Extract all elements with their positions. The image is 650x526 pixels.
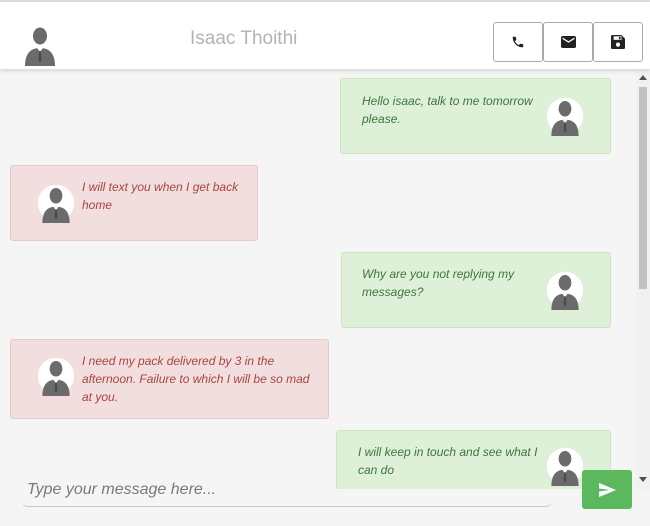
message-input[interactable] xyxy=(22,474,552,507)
message-text: Hello isaac, talk to me tomorrow please. xyxy=(362,94,533,126)
message-outgoing: Hello isaac, talk to me tomorrow please. xyxy=(340,78,611,154)
person-silhouette-icon xyxy=(36,356,76,396)
envelope-icon xyxy=(560,36,576,48)
person-silhouette-icon xyxy=(545,270,585,310)
scrollbar-thumb[interactable] xyxy=(639,87,647,289)
scroll-up-arrow-icon[interactable] xyxy=(639,75,647,80)
message-text: I will text you when I get back home xyxy=(82,180,239,212)
contact-name: Isaac Thoithi xyxy=(190,28,298,49)
chat-window: Isaac Thoithi Hello isaac, talk to me to… xyxy=(0,0,650,526)
message-incoming: I will text you when I get back home xyxy=(10,165,258,241)
message-incoming: I need my pack delivered by 3 in the aft… xyxy=(10,339,329,419)
message-outgoing: Why are you not replying my messages? xyxy=(341,252,611,328)
message-text: Why are you not replying my messages? xyxy=(362,267,515,299)
send-button[interactable] xyxy=(582,470,632,509)
message-list-scrollbar[interactable] xyxy=(636,69,650,489)
floppy-disk-icon xyxy=(611,35,625,49)
person-silhouette-icon xyxy=(36,183,76,223)
phone-icon xyxy=(512,36,524,48)
chat-header: Isaac Thoithi xyxy=(0,2,650,69)
message-text: I need my pack delivered by 3 in the aft… xyxy=(82,354,310,404)
message-list[interactable]: Hello isaac, talk to me tomorrow please.… xyxy=(0,69,636,489)
call-button[interactable] xyxy=(493,22,543,62)
scroll-down-arrow-icon[interactable] xyxy=(639,477,647,482)
person-silhouette-icon xyxy=(545,96,585,136)
save-button[interactable] xyxy=(593,22,643,62)
email-button[interactable] xyxy=(543,22,593,62)
paper-plane-icon xyxy=(598,482,616,497)
person-silhouette-icon xyxy=(20,22,60,66)
